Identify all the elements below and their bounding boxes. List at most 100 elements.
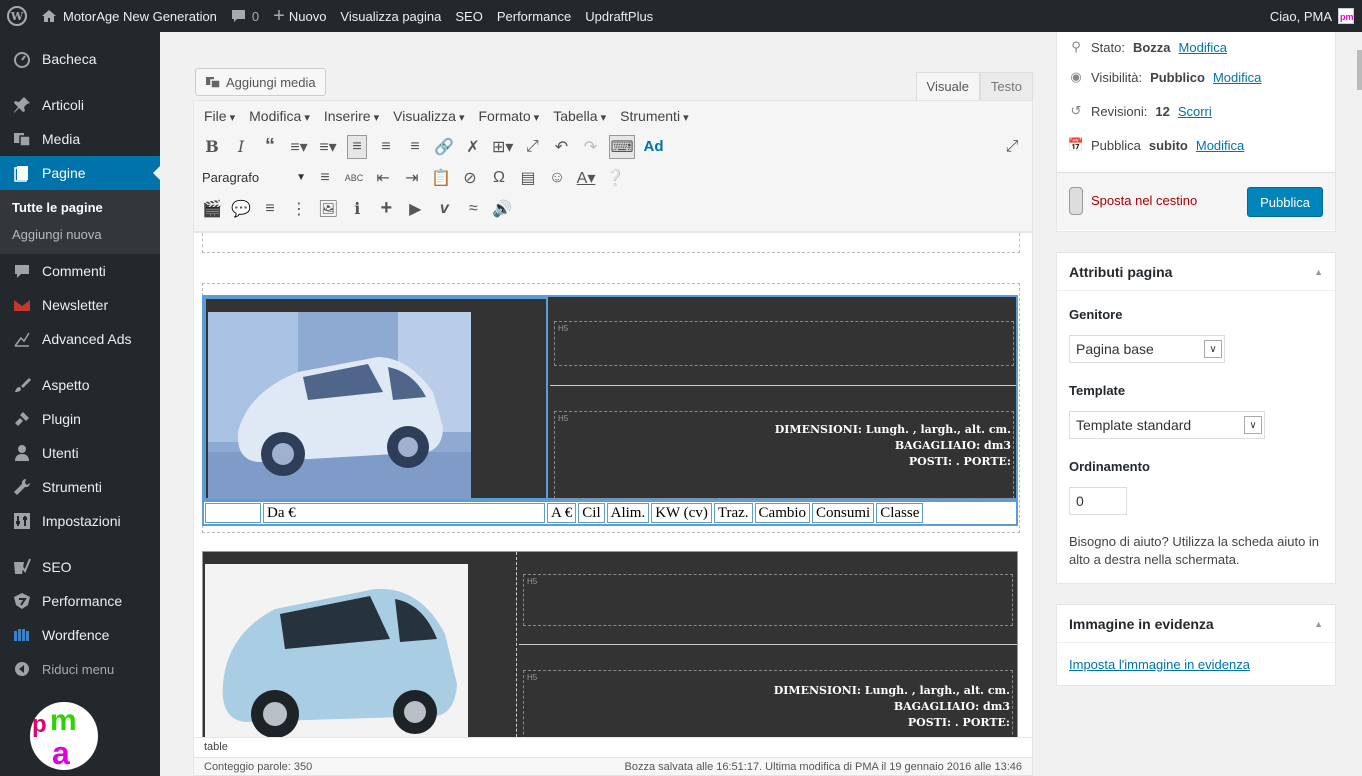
spec-cell-consumi[interactable]: Consumi (812, 503, 875, 523)
sidebar-item-media[interactable]: Media (0, 122, 160, 156)
add-media-button[interactable]: Aggiungi media (195, 68, 326, 96)
format-select[interactable]: Paragrafo ▼ (202, 170, 306, 185)
car-photo-1[interactable] (208, 312, 471, 499)
menu-strumenti[interactable]: Strumenti (620, 108, 689, 124)
sidebar-item-bacheca[interactable]: Bacheca (0, 42, 160, 76)
edit-date-link[interactable]: Modifica (1196, 138, 1244, 153)
text-color-icon[interactable]: A▾ (576, 166, 596, 190)
edit-visibility-link[interactable]: Modifica (1213, 70, 1261, 85)
info-icon[interactable]: ℹ (347, 197, 367, 221)
spec-cell-price-from[interactable]: Da € (263, 503, 545, 523)
submenu-all-pages[interactable]: Tutte le pagine (0, 194, 160, 221)
sidebar-item-impostazioni[interactable]: Impostazioni (0, 504, 160, 538)
spec-cell-cambio[interactable]: Cambio (754, 503, 811, 523)
sidebar-item-plugin[interactable]: Plugin (0, 402, 160, 436)
tab-visual[interactable]: Visuale (915, 72, 980, 100)
sidebar-item-seo[interactable]: SEO (0, 550, 160, 584)
text-block-icon[interactable]: ≡ (260, 197, 280, 221)
sidebar-item-aspetto[interactable]: Aspetto (0, 368, 160, 402)
tab-text[interactable]: Testo (979, 72, 1033, 100)
new-content-link[interactable]: + Nuovo (266, 0, 333, 32)
featured-image-header[interactable]: Immagine in evidenza ▲ (1057, 605, 1335, 643)
menu-formato[interactable]: Formato (478, 108, 539, 124)
menu-visualizza[interactable]: Visualizza (393, 108, 464, 124)
film-icon[interactable]: 🎬 (202, 197, 222, 221)
sidebar-item-pagine[interactable]: Pagine (0, 156, 160, 190)
ad-button[interactable]: Ad (644, 135, 664, 159)
distraction-free-icon[interactable]: ⤢ (1002, 135, 1022, 159)
link-icon[interactable]: 🔗 (434, 135, 454, 159)
clear-format-icon[interactable]: ⊘ (460, 166, 480, 190)
account-menu[interactable]: Ciao, PMA pm (1270, 8, 1362, 24)
keyboard-icon[interactable]: ⌨ (609, 134, 635, 159)
hr-icon[interactable]: ≡ (315, 166, 335, 190)
speech-bubble-icon[interactable]: 💬 (231, 197, 251, 221)
performance-link[interactable]: Performance (490, 0, 578, 32)
heading-placeholder-4[interactable]: H5 DIMENSIONI: Lungh. , largh., alt. cm.… (523, 670, 1013, 737)
sidebar-item-articoli[interactable]: Articoli (0, 88, 160, 122)
bold-button[interactable]: B (202, 135, 222, 159)
youtube-icon[interactable]: ▶ (405, 197, 425, 221)
car-table-2[interactable]: H5 H5 DIMENSIONI: Lungh. , largh., alt. … (202, 551, 1018, 737)
page-scrollbar[interactable] (1345, 32, 1362, 776)
sidebar-item-commenti[interactable]: Commenti (0, 254, 160, 288)
wordpress-logo[interactable]: W (0, 0, 34, 32)
publish-button[interactable]: Pubblica (1247, 187, 1323, 217)
set-featured-image-link[interactable]: Imposta l'immagine in evidenza (1069, 657, 1250, 672)
paste-text-icon[interactable]: 📋 (431, 166, 451, 190)
heading-placeholder-2[interactable]: H5 DIMENSIONI: Lungh. , largh., alt. cm.… (554, 411, 1014, 499)
unlink-icon[interactable]: ✗ (463, 135, 483, 159)
fullscreen-icon[interactable]: ⤢ (522, 135, 542, 159)
collapse-arrow-icon[interactable]: ▲ (1314, 619, 1323, 629)
collapse-menu-button[interactable]: Riduci menu (0, 652, 160, 686)
view-page-link[interactable]: Visualizza pagina (333, 0, 448, 32)
seo-link[interactable]: SEO (448, 0, 489, 32)
outdent-icon[interactable]: ⇤ (373, 166, 393, 190)
plus-icon[interactable]: + (376, 197, 396, 221)
spec-cell-empty[interactable] (205, 503, 261, 523)
vimeo-icon[interactable]: v (434, 197, 454, 221)
redo-icon[interactable]: ↷ (580, 135, 600, 159)
spec-cell-traz[interactable]: Traz. (713, 503, 753, 523)
page-attributes-header[interactable]: Attributi pagina ▲ (1057, 253, 1335, 291)
pagebreak-icon[interactable]: ▤ (518, 166, 538, 190)
align-center-icon[interactable]: ≡ (376, 135, 396, 159)
heading-placeholder-1[interactable]: H5 (554, 321, 1014, 366)
collapse-arrow-icon[interactable]: ▲ (1314, 267, 1323, 277)
audio-icon[interactable]: 🔊 (492, 197, 512, 221)
template-select[interactable]: Template standard ∨ (1069, 411, 1265, 439)
emoticon-icon[interactable]: ☺ (547, 166, 567, 190)
heading-placeholder-3[interactable]: H5 (523, 574, 1013, 626)
car-photo-2[interactable] (205, 564, 468, 737)
spec-cell-kw[interactable]: KW (cv) (651, 503, 712, 523)
sidebar-item-advanced-ads[interactable]: Advanced Ads (0, 322, 160, 356)
undo-icon[interactable]: ↶ (551, 135, 571, 159)
browse-revisions-link[interactable]: Scorri (1178, 104, 1212, 119)
table-icon[interactable]: ⊞▾ (492, 135, 513, 159)
help-icon[interactable]: ❔ (605, 166, 625, 190)
spec-cell-cil[interactable]: Cil (578, 503, 605, 523)
editor-content[interactable]: H5 H5 DIMENSIONI: Lungh. , largh., alt. … (193, 232, 1033, 738)
italic-button[interactable]: I (231, 135, 251, 159)
sidebar-item-wordfence[interactable]: Wordfence (0, 618, 160, 652)
car-table-1[interactable]: H5 H5 DIMENSIONI: Lungh. , largh., alt. … (202, 295, 1018, 502)
spec-cell-classe[interactable]: Classe (876, 503, 924, 523)
scrollbar-thumb[interactable] (1357, 50, 1362, 90)
align-left-icon[interactable]: ≡ (347, 134, 367, 159)
bullet-list-icon[interactable]: ≡▾ (289, 135, 309, 159)
submenu-add-new[interactable]: Aggiungi nuova (0, 221, 160, 248)
parent-select[interactable]: Pagina base ∨ (1069, 335, 1225, 363)
align-right-icon[interactable]: ≡ (405, 135, 425, 159)
sidebar-item-strumenti[interactable]: Strumenti (0, 470, 160, 504)
updraft-link[interactable]: UpdraftPlus (578, 0, 660, 32)
numbered-list-icon[interactable]: ≡▾ (318, 135, 338, 159)
strikethrough-icon[interactable]: ABC (344, 166, 364, 190)
comments-link[interactable]: 0 (224, 0, 266, 32)
menu-modifica[interactable]: Modifica (249, 108, 310, 124)
list-icon[interactable]: ⋮ (289, 197, 309, 221)
price-spec-row[interactable]: Da € A € Cil Alim. KW (cv) Traz. Cambio … (202, 500, 1018, 526)
sidebar-item-newsletter[interactable]: Newsletter (0, 288, 160, 322)
indent-icon[interactable]: ⇥ (402, 166, 422, 190)
move-to-trash-link[interactable]: Sposta nel cestino (1091, 193, 1197, 208)
spec-cell-price-to[interactable]: A € (547, 503, 577, 523)
